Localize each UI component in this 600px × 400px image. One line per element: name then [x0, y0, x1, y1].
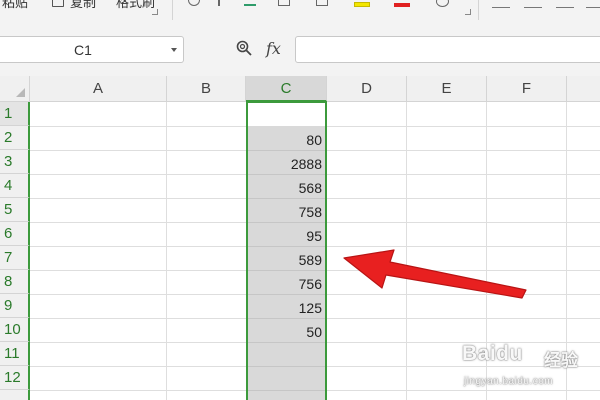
- font-group-launcher-icon[interactable]: [465, 9, 471, 15]
- cell-c7[interactable]: 589: [248, 248, 322, 272]
- row-header-1[interactable]: 1: [0, 102, 30, 126]
- column-header-f[interactable]: F: [487, 76, 567, 102]
- cell-c8[interactable]: 756: [248, 272, 322, 296]
- align-center-icon[interactable]: [524, 0, 542, 8]
- select-all-corner[interactable]: [0, 76, 30, 102]
- justify-icon[interactable]: [586, 0, 600, 8]
- border-icon[interactable]: [278, 0, 290, 6]
- select-all-icon: [16, 88, 25, 97]
- column-header-a[interactable]: A: [30, 76, 167, 102]
- formula-input[interactable]: [295, 36, 600, 63]
- row-header-7[interactable]: 7: [0, 246, 30, 270]
- italic-icon[interactable]: [218, 0, 220, 6]
- ribbon-separator: [478, 0, 479, 20]
- watermark-url: jingyan.baidu.com: [464, 376, 554, 387]
- row-header-10[interactable]: 10: [0, 318, 30, 342]
- column-header-g[interactable]: [567, 76, 600, 102]
- align-right-icon[interactable]: [556, 0, 574, 8]
- chevron-down-icon[interactable]: [171, 48, 177, 52]
- watermark: Baidu 经验 jingyan.baidu.com: [458, 336, 598, 398]
- row-header-5[interactable]: 5: [0, 198, 30, 222]
- ribbon-separator: [172, 0, 173, 20]
- annotation-arrow-icon: [343, 249, 527, 299]
- strikethrough-icon[interactable]: [188, 0, 200, 6]
- ribbon-toolbar: 粘贴 复制 格式刷: [0, 0, 600, 22]
- annotation-arrow-shape: [343, 249, 527, 299]
- clipboard-group-launcher-icon[interactable]: [152, 9, 158, 15]
- cell-c9[interactable]: 125: [248, 296, 322, 320]
- name-box-value: C1: [74, 42, 92, 58]
- watermark-brand: Baidu: [462, 342, 523, 365]
- clear-format-icon[interactable]: [436, 0, 449, 7]
- cell-c11[interactable]: [248, 344, 322, 368]
- zoom-icon[interactable]: [236, 40, 252, 56]
- row-header-6[interactable]: 6: [0, 222, 30, 246]
- clipboard-icon[interactable]: [52, 0, 64, 7]
- fx-icon[interactable]: fx: [266, 39, 281, 58]
- cell-c2[interactable]: 80: [248, 128, 322, 152]
- name-box[interactable]: C1: [0, 36, 184, 63]
- cell-c1[interactable]: [248, 102, 322, 126]
- cell-c12[interactable]: [248, 368, 322, 392]
- cell-c10[interactable]: 50: [248, 320, 322, 344]
- underline-icon[interactable]: [244, 4, 256, 6]
- cell-c6[interactable]: 95: [248, 224, 322, 248]
- border-style-icon[interactable]: [316, 0, 328, 6]
- font-color-icon[interactable]: [394, 3, 410, 7]
- copy-button[interactable]: 复制: [70, 0, 96, 11]
- paste-button[interactable]: 粘贴: [2, 0, 28, 11]
- align-left-icon[interactable]: [492, 0, 510, 8]
- row-header-11[interactable]: 11: [0, 342, 30, 366]
- column-header-d[interactable]: D: [327, 76, 407, 102]
- column-header-c[interactable]: C: [246, 76, 327, 102]
- row-header-3[interactable]: 3: [0, 150, 30, 174]
- column-header-b[interactable]: B: [167, 76, 246, 102]
- fill-color-icon[interactable]: [354, 2, 370, 7]
- row-header-9[interactable]: 9: [0, 294, 30, 318]
- cell-c3[interactable]: 2888: [248, 152, 322, 176]
- watermark-product: 经验: [544, 351, 578, 370]
- row-header-4[interactable]: 4: [0, 174, 30, 198]
- gridline: [166, 102, 167, 400]
- row-header-12[interactable]: 12: [0, 366, 30, 390]
- row-header-2[interactable]: 2: [0, 126, 30, 150]
- format-painter-button[interactable]: 格式刷: [116, 0, 155, 11]
- column-header-e[interactable]: E: [407, 76, 487, 102]
- row-header-8[interactable]: 8: [0, 270, 30, 294]
- cell-c5[interactable]: 758: [248, 200, 322, 224]
- row-header-13[interactable]: [0, 390, 30, 400]
- cell-c4[interactable]: 568: [248, 176, 322, 200]
- formula-bar: C1 fx: [0, 22, 600, 76]
